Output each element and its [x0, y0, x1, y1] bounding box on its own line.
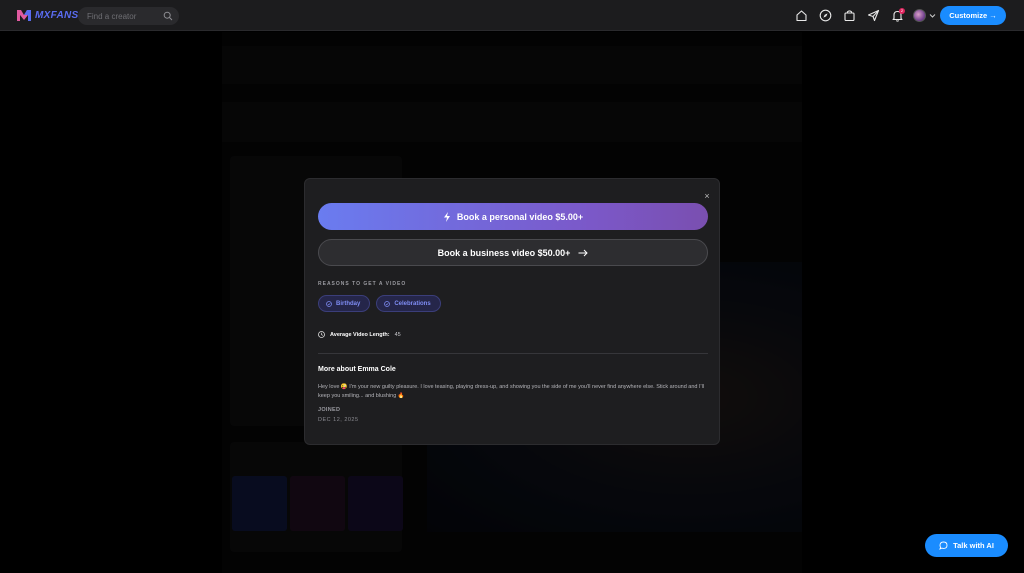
- send-icon[interactable]: [867, 9, 880, 22]
- arrow-right-icon: [578, 249, 589, 256]
- logo-text: MXFANS: [35, 9, 79, 21]
- about-title: More about Emma Cole: [318, 366, 396, 373]
- check-circle-icon: [384, 300, 391, 307]
- book-business-video-button[interactable]: Book a business video $50.00+: [318, 239, 708, 266]
- close-icon[interactable]: ×: [702, 191, 712, 201]
- search-icon[interactable]: [163, 11, 173, 21]
- lightning-icon: [443, 211, 450, 222]
- avatar[interactable]: [913, 9, 926, 22]
- average-video-length: Average Video Length: 45: [318, 331, 401, 338]
- reasons-list: Birthday Celebrations: [318, 295, 441, 312]
- about-bio: Hey love 😜 I'm your new guilty pleasure.…: [318, 384, 705, 399]
- logo[interactable]: MXFANS: [16, 8, 78, 22]
- talk-with-ai-label: Talk with AI: [953, 541, 994, 550]
- logo-icon: [17, 10, 31, 21]
- search-input[interactable]: [87, 11, 163, 21]
- reason-chip-birthday[interactable]: Birthday: [318, 295, 371, 312]
- booking-modal: × Book a personal video $5.00+ Book a bu…: [304, 178, 720, 445]
- chat-icon: [939, 541, 948, 550]
- talk-with-ai-button[interactable]: Talk with AI: [925, 534, 1008, 557]
- notification-badge: 2: [899, 8, 905, 14]
- reasons-label: REASONS TO GET A VIDEO: [318, 281, 407, 287]
- book-personal-video-button[interactable]: Book a personal video $5.00+: [318, 203, 708, 230]
- divider: [318, 353, 708, 354]
- customize-button[interactable]: Customize →: [940, 6, 1006, 25]
- average-video-length-value: 45: [394, 331, 401, 338]
- joined-label: JOINED: [318, 407, 341, 413]
- joined-date: DEC 12, 2025: [318, 417, 359, 423]
- top-navigation: MXFANS 2 Customize →: [0, 0, 1024, 31]
- clock-icon: [318, 331, 325, 338]
- reason-chip-celebrations[interactable]: Celebrations: [376, 295, 441, 312]
- compass-icon[interactable]: [819, 9, 832, 22]
- chevron-down-icon[interactable]: [929, 12, 936, 19]
- check-circle-icon: [326, 300, 332, 307]
- bag-icon[interactable]: [843, 9, 856, 22]
- book-business-video-label: Book a business video $50.00+: [437, 247, 571, 258]
- book-personal-video-label: Book a personal video $5.00+: [456, 211, 584, 222]
- reason-chip-label: Celebrations: [394, 300, 431, 307]
- search-bar[interactable]: [78, 7, 179, 25]
- average-video-length-label: Average Video Length:: [330, 331, 390, 338]
- reason-chip-label: Birthday: [336, 300, 361, 307]
- home-icon[interactable]: [795, 9, 808, 22]
